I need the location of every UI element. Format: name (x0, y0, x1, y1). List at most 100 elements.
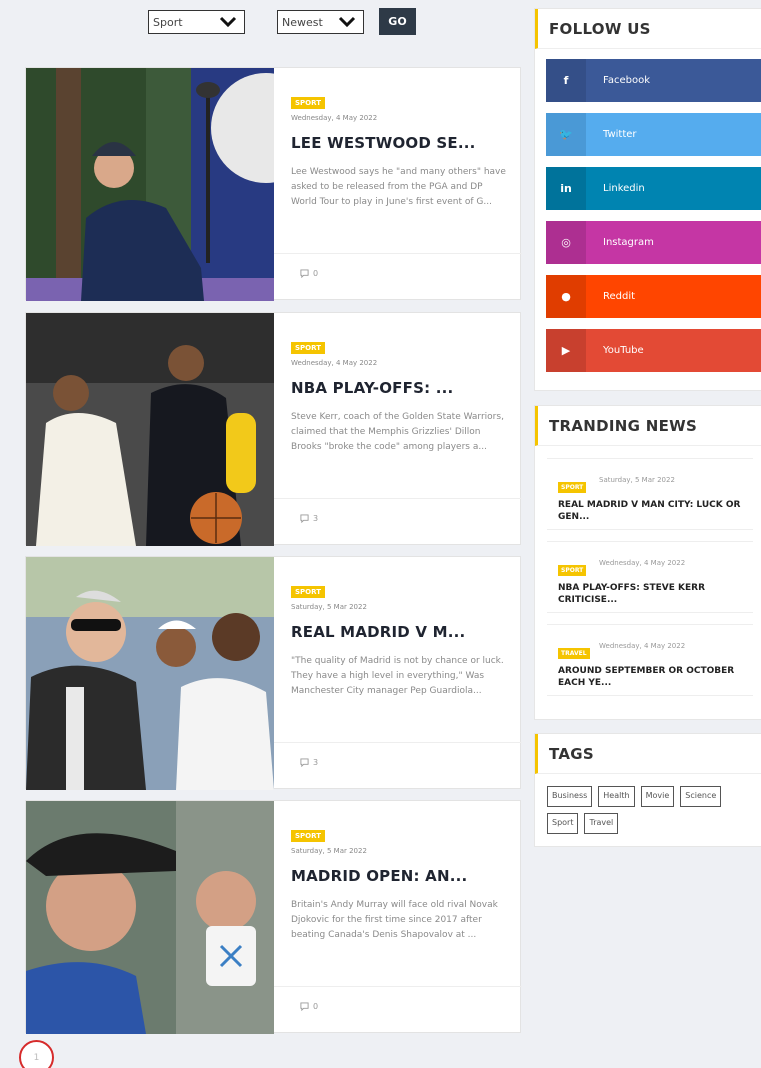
divider (274, 742, 522, 743)
social-label: Instagram (603, 237, 654, 248)
chevron-down-icon (219, 16, 237, 28)
comment-icon (300, 269, 309, 278)
divider (274, 498, 522, 499)
youtube-link[interactable]: ▶ YouTube (546, 329, 761, 372)
divider (274, 253, 522, 254)
facebook-icon: f (546, 59, 586, 102)
sort-select-value: Newest (282, 15, 323, 29)
article-excerpt: "The quality of Madrid is not by chance … (291, 656, 504, 696)
trending-date: Wednesday, 4 May 2022 (599, 559, 686, 567)
article-card[interactable]: SPORT Saturday, 5 Mar 2022 REAL MADRID V… (25, 556, 522, 790)
article-card[interactable]: SPORT Wednesday, 4 May 2022 LEE WESTWOOD… (25, 67, 522, 301)
comment-count-value: 3 (313, 758, 319, 767)
article-excerpt: Lee Westwood says he "and many others" h… (291, 167, 506, 207)
linkedin-icon: in (546, 167, 586, 210)
basketball-players-image (26, 313, 274, 546)
trending-item[interactable]: SPORT Saturday, 5 Mar 2022 REAL MADRID V… (547, 458, 753, 530)
golfer-image (26, 68, 274, 301)
comment-icon (300, 1002, 309, 1011)
category-badge[interactable]: TRAVEL (558, 648, 590, 659)
twitter-link[interactable]: 🐦 Twitter (546, 113, 761, 156)
article-card[interactable]: SPORT Wednesday, 4 May 2022 NBA PLAY-OFF… (25, 312, 522, 546)
category-badge[interactable]: SPORT (291, 342, 325, 354)
article-thumbnail[interactable] (26, 313, 274, 546)
tag-movie[interactable]: Movie (640, 786, 675, 807)
tag-sport[interactable]: Sport (547, 813, 579, 834)
article-date: Wednesday, 4 May 2022 (291, 359, 378, 367)
tag-travel[interactable]: Travel (584, 813, 619, 834)
social-links: f Facebook 🐦 Twitter in Linkedin ◎ Insta… (535, 49, 761, 372)
comment-count[interactable]: 3 (300, 758, 318, 767)
linkedin-link[interactable]: in Linkedin (546, 167, 761, 210)
article-body: SPORT Wednesday, 4 May 2022 NBA PLAY-OFF… (274, 313, 522, 546)
football-celebration-image (26, 557, 274, 790)
category-badge[interactable]: SPORT (558, 565, 587, 576)
instagram-icon: ◎ (546, 221, 586, 264)
tag-science[interactable]: Science (680, 786, 722, 807)
trending-title[interactable]: AROUND SEPTEMBER OR OCTOBER EACH YE... (558, 665, 753, 689)
social-label: Reddit (603, 291, 636, 302)
article-date: Wednesday, 4 May 2022 (291, 114, 378, 122)
trending-title[interactable]: NBA PLAY-OFFS: STEVE KERR CRITICISE... (558, 582, 753, 606)
go-button[interactable]: GO (379, 8, 416, 35)
sort-select[interactable]: Newest (277, 10, 364, 34)
trending-title[interactable]: REAL MADRID V MAN CITY: LUCK OR GEN... (558, 499, 753, 523)
article-excerpt: Britain's Andy Murray will face old riva… (291, 900, 498, 940)
reddit-link[interactable]: ● Reddit (546, 275, 761, 318)
article-title[interactable]: NBA PLAY-OFFS: ... (291, 379, 453, 397)
trending-news-widget: TRANDING NEWS SPORT Saturday, 5 Mar 2022… (534, 405, 761, 720)
tennis-player-image (26, 801, 274, 1034)
category-select-value: Sport (153, 15, 183, 29)
category-badge[interactable]: SPORT (291, 97, 325, 109)
comment-icon (300, 758, 309, 767)
category-select[interactable]: Sport (148, 10, 245, 34)
trending-date: Wednesday, 4 May 2022 (599, 642, 686, 650)
trending-date: Saturday, 5 Mar 2022 (599, 476, 675, 484)
social-label: YouTube (603, 345, 644, 356)
pagination-page-1[interactable]: 1 (19, 1040, 54, 1068)
article-date: Saturday, 5 Mar 2022 (291, 603, 367, 611)
trending-item[interactable]: SPORT Wednesday, 4 May 2022 NBA PLAY-OFF… (547, 541, 753, 613)
social-label: Linkedin (603, 183, 645, 194)
comment-count[interactable]: 0 (300, 1002, 318, 1011)
comment-count-value: 0 (313, 1002, 319, 1011)
article-thumbnail[interactable] (26, 68, 274, 301)
comment-count-value: 3 (313, 514, 319, 523)
article-body: SPORT Wednesday, 4 May 2022 LEE WESTWOOD… (274, 68, 522, 301)
chevron-down-icon (338, 16, 356, 28)
comment-icon (300, 514, 309, 523)
article-date: Saturday, 5 Mar 2022 (291, 847, 367, 855)
category-badge[interactable]: SPORT (291, 830, 325, 842)
category-badge[interactable]: SPORT (291, 586, 325, 598)
category-badge[interactable]: SPORT (558, 482, 587, 493)
article-title[interactable]: REAL MADRID V M... (291, 623, 465, 641)
article-excerpt: Steve Kerr, coach of the Golden State Wa… (291, 412, 504, 452)
social-label: Facebook (603, 75, 650, 86)
tags-widget: TAGS Business Health Movie Science Sport… (534, 733, 761, 847)
article-title[interactable]: MADRID OPEN: AN... (291, 867, 467, 885)
article-body: SPORT Saturday, 5 Mar 2022 MADRID OPEN: … (274, 801, 522, 1034)
article-card[interactable]: SPORT Saturday, 5 Mar 2022 MADRID OPEN: … (25, 800, 522, 1034)
trending-item[interactable]: TRAVEL Wednesday, 4 May 2022 AROUND SEPT… (547, 624, 753, 696)
article-thumbnail[interactable] (26, 557, 274, 790)
tag-business[interactable]: Business (547, 786, 593, 807)
comment-count-value: 0 (313, 269, 319, 278)
widget-title: FOLLOW US (535, 9, 761, 49)
tag-health[interactable]: Health (598, 786, 635, 807)
instagram-link[interactable]: ◎ Instagram (546, 221, 761, 264)
follow-us-widget: FOLLOW US f Facebook 🐦 Twitter in Linked… (534, 8, 761, 391)
article-thumbnail[interactable] (26, 801, 274, 1034)
divider (274, 986, 522, 987)
comment-count[interactable]: 3 (300, 514, 318, 523)
comment-count[interactable]: 0 (300, 269, 318, 278)
facebook-link[interactable]: f Facebook (546, 59, 761, 102)
article-body: SPORT Saturday, 5 Mar 2022 REAL MADRID V… (274, 557, 522, 790)
tag-cloud: Business Health Movie Science Sport Trav… (535, 774, 755, 846)
reddit-icon: ● (546, 275, 586, 318)
widget-title: TAGS (535, 734, 761, 774)
widget-title: TRANDING NEWS (535, 406, 761, 446)
social-label: Twitter (603, 129, 637, 140)
filter-bar: Sport Newest GO (0, 8, 530, 36)
article-title[interactable]: LEE WESTWOOD SE... (291, 134, 476, 152)
twitter-icon: 🐦 (546, 113, 586, 156)
